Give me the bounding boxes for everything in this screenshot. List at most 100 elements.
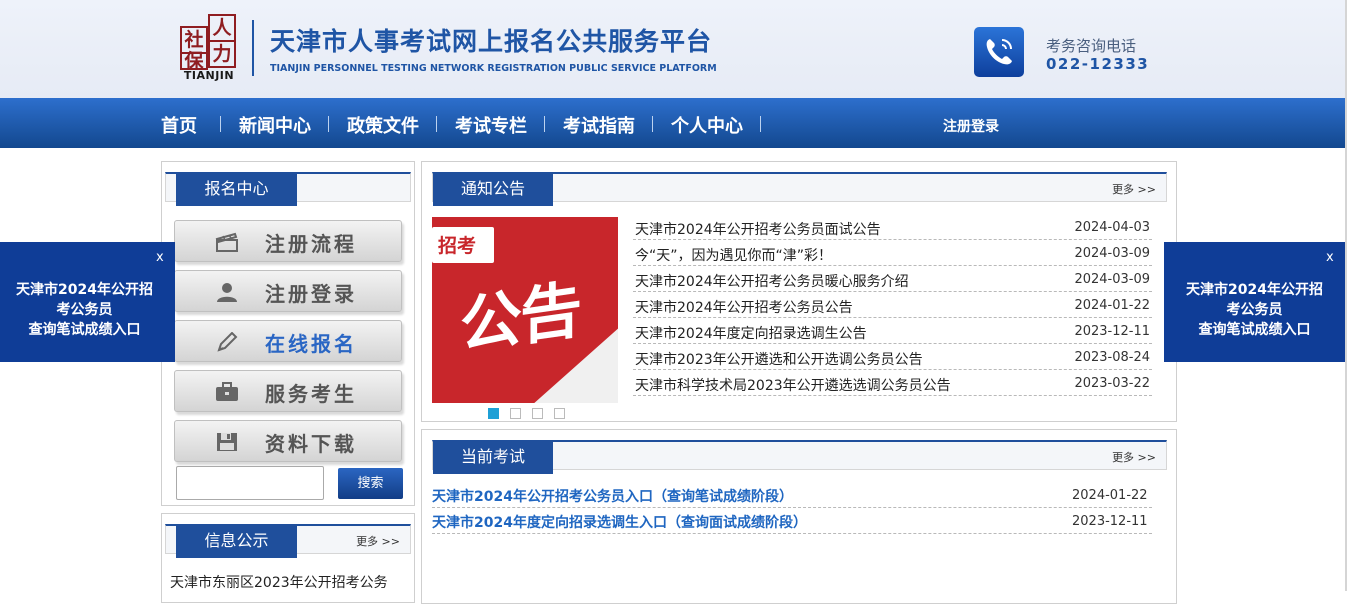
- list-item[interactable]: 天津市2023年公开遴选和公开选调公务员公告 2023-08-24: [633, 344, 1152, 370]
- list-item[interactable]: 天津市2024年度定向招录选调生入口（查询面试成绩阶段） 2023-12-11: [432, 508, 1152, 534]
- site-subtitle: TIANJIN PERSONNEL TESTING NETWORK REGIST…: [270, 63, 717, 74]
- phone-icon: [974, 27, 1024, 77]
- exam-date: 2024-01-22: [1072, 488, 1148, 503]
- serve-candidates-button[interactable]: 服务考生: [174, 370, 402, 412]
- float-ad-line: 查询笔试成绩入口: [1198, 322, 1311, 338]
- logo-char: 力: [208, 40, 236, 68]
- float-ad-line: 天津市2024年公开招: [16, 282, 153, 298]
- carousel-dot[interactable]: [532, 408, 543, 419]
- nav-item-personal-center[interactable]: 个人中心: [671, 112, 743, 138]
- notice-title: 天津市2024年公开招考公务员公告: [635, 300, 853, 316]
- exam-date: 2023-12-11: [1072, 514, 1148, 529]
- more-link[interactable]: 更多 >>: [1112, 449, 1156, 465]
- more-link[interactable]: 更多 >>: [356, 533, 400, 549]
- nav-item-exam-guide[interactable]: 考试指南: [563, 112, 635, 138]
- more-link[interactable]: 更多 >>: [1112, 181, 1156, 197]
- button-label: 服务考生: [265, 382, 357, 406]
- list-item[interactable]: 天津市科学技术局2023年公开遴选选调公务员公告 2023-03-22: [633, 370, 1152, 396]
- notice-title: 今“天”，因为遇见你而“津”彩！: [635, 248, 833, 264]
- nav-separator: [760, 116, 761, 132]
- logo-char: 人: [208, 14, 236, 42]
- float-ad-text: 天津市2024年公开招 考公务员 查询笔试成绩入口: [1164, 280, 1345, 340]
- nav-separator: [436, 116, 437, 132]
- notice-banner[interactable]: 招考 公告: [432, 217, 618, 403]
- site-header: 人 社 力 保 TIANJIN 天津市人事考试网上报名公共服务平台 TIANJI…: [0, 0, 1347, 98]
- float-ad-line: 考公务员: [56, 302, 113, 318]
- register-login-button[interactable]: 注册登录: [174, 270, 402, 312]
- panel-title: 信息公示: [176, 524, 297, 558]
- panel-title: 通知公告: [433, 172, 553, 206]
- nav-separator: [328, 116, 329, 132]
- banner-small-text: 招考: [438, 235, 477, 257]
- info-public-panel: 信息公示 更多 >> 天津市东丽区2023年公开招考公务: [161, 513, 415, 603]
- search-input[interactable]: [176, 466, 324, 500]
- main-nav: 首页 新闻中心 政策文件 考试专栏 考试指南 个人中心 注册登录: [0, 98, 1345, 148]
- panel-title: 当前考试: [433, 440, 553, 474]
- float-ad-text: 天津市2024年公开招 考公务员 查询笔试成绩入口: [0, 280, 175, 340]
- notice-title: 天津市2024年公开招考公务员面试公告: [635, 222, 881, 238]
- phone-label: 考务咨询电话: [1046, 37, 1137, 55]
- notice-date: 2023-03-22: [1074, 376, 1150, 391]
- carousel-dot[interactable]: [488, 408, 499, 419]
- close-icon[interactable]: x: [1326, 250, 1334, 265]
- carousel-dot[interactable]: [510, 408, 521, 419]
- nav-separator: [220, 116, 221, 132]
- panel-header: 当前考试 更多 >>: [432, 440, 1167, 474]
- clapper-icon: [215, 232, 238, 252]
- list-item[interactable]: 天津市2024年公开招考公务员入口（查询笔试成绩阶段） 2024-01-22: [432, 482, 1152, 508]
- list-item[interactable]: 天津市2024年公开招考公务员公告 2024-01-22: [633, 292, 1152, 318]
- notice-panel: 通知公告 更多 >> 招考 公告 天津市2024年公开招考公务员面试公告 202…: [421, 161, 1177, 422]
- float-ad-line: 考公务员: [1226, 302, 1283, 318]
- nav-item-news[interactable]: 新闻中心: [239, 112, 311, 138]
- phone-number: 022-12333: [1046, 55, 1150, 73]
- notice-date: 2024-03-09: [1074, 272, 1150, 287]
- notice-date: 2024-04-03: [1074, 220, 1150, 235]
- panel-header: 通知公告 更多 >>: [432, 172, 1167, 206]
- float-ad-left[interactable]: x 天津市2024年公开招 考公务员 查询笔试成绩入口: [0, 242, 175, 362]
- notice-title: 天津市科学技术局2023年公开遴选选调公务员公告: [635, 378, 951, 394]
- button-label: 资料下载: [265, 432, 357, 456]
- list-item[interactable]: 天津市2024年度定向招录选调生公告 2023-12-11: [633, 318, 1152, 344]
- header-divider: [252, 20, 254, 76]
- panel-header: 信息公示 更多 >>: [165, 524, 411, 558]
- download-materials-button[interactable]: 资料下载: [174, 420, 402, 462]
- notice-date: 2023-08-24: [1074, 350, 1150, 365]
- close-icon[interactable]: x: [156, 250, 164, 265]
- logo-text: TIANJIN: [183, 69, 235, 82]
- registration-center-panel: 报名中心 注册流程 注册登录 在线报名 服务考生 资料下载 搜索: [161, 161, 415, 506]
- search-button[interactable]: 搜索: [338, 468, 403, 499]
- register-login-link[interactable]: 注册登录: [943, 116, 999, 136]
- notice-title: 天津市2024年度定向招录选调生公告: [635, 326, 867, 342]
- info-item[interactable]: 天津市东丽区2023年公开招考公务: [170, 572, 388, 592]
- pen-icon: [217, 332, 238, 352]
- user-icon: [217, 283, 237, 302]
- banner-big-text: 公告: [460, 272, 581, 363]
- site-title: 天津市人事考试网上报名公共服务平台: [270, 27, 713, 56]
- nav-item-home[interactable]: 首页: [161, 112, 197, 138]
- site-logo[interactable]: 人 社 力 保 TIANJIN: [180, 14, 238, 84]
- register-process-button[interactable]: 注册流程: [174, 220, 402, 262]
- current-exam-panel: 当前考试 更多 >> 天津市2024年公开招考公务员入口（查询笔试成绩阶段） 2…: [421, 429, 1177, 604]
- button-label: 在线报名: [265, 332, 357, 356]
- floppy-icon: [217, 433, 237, 451]
- list-item[interactable]: 天津市2024年公开招考公务员面试公告 2024-04-03: [633, 214, 1152, 240]
- button-label: 注册登录: [265, 282, 357, 306]
- float-ad-right[interactable]: x 天津市2024年公开招 考公务员 查询笔试成绩入口: [1164, 242, 1345, 362]
- briefcase-icon: [216, 382, 238, 401]
- nav-item-policy[interactable]: 政策文件: [347, 112, 419, 138]
- notice-date: 2023-12-11: [1074, 324, 1150, 339]
- exam-link[interactable]: 天津市2024年度定向招录选调生入口（查询面试成绩阶段）: [432, 512, 807, 532]
- notice-date: 2024-01-22: [1074, 298, 1150, 313]
- nav-separator: [652, 116, 653, 132]
- panel-header: 报名中心: [165, 172, 411, 206]
- float-ad-line: 查询笔试成绩入口: [28, 322, 141, 338]
- exam-link[interactable]: 天津市2024年公开招考公务员入口（查询笔试成绩阶段）: [432, 486, 793, 506]
- notice-title: 天津市2023年公开遴选和公开选调公务员公告: [635, 352, 923, 368]
- button-label: 注册流程: [265, 232, 357, 256]
- nav-separator: [544, 116, 545, 132]
- carousel-dot[interactable]: [554, 408, 565, 419]
- list-item[interactable]: 天津市2024年公开招考公务员暖心服务介绍 2024-03-09: [633, 266, 1152, 292]
- online-registration-button[interactable]: 在线报名: [174, 320, 402, 362]
- nav-item-exam-column[interactable]: 考试专栏: [455, 112, 527, 138]
- list-item[interactable]: 今“天”，因为遇见你而“津”彩！ 2024-03-09: [633, 240, 1152, 266]
